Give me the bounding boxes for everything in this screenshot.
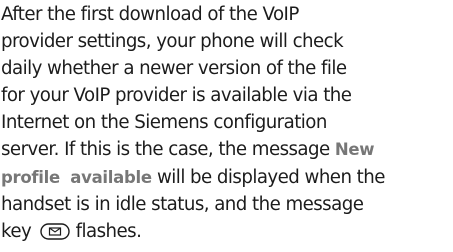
text-line-3: daily whether a newer version of the fil…	[1, 58, 347, 80]
text-line-9-tail: flashes.	[70, 220, 142, 242]
text-line-9: key flashes.	[1, 218, 449, 245]
text-line-4: for your VoIP provider is available via …	[1, 85, 352, 107]
text-line-2: provider settings, your phone will check	[1, 31, 344, 53]
display-term-profile-available: profile available	[1, 167, 152, 187]
text-line-7: profile available will be displayed when…	[1, 164, 449, 191]
text-line-6: server. If this is the case, the message…	[1, 136, 449, 163]
envelope-key-icon	[40, 223, 71, 240]
text-line-6-lead: server. If this is the case, the message	[1, 139, 335, 161]
text-line-9-lead: key	[1, 220, 37, 242]
text-line-8: handset is in idle status, and the messa…	[1, 193, 364, 215]
text-line-7-tail: will be displayed when the	[151, 166, 385, 188]
body-paragraph: After the first download of the VoIP pro…	[1, 1, 449, 245]
text-line-5: Internet on the Siemens configuration	[1, 112, 327, 134]
display-term-new: New	[334, 140, 375, 160]
text-line-1: After the first download of the VoIP	[1, 4, 299, 25]
